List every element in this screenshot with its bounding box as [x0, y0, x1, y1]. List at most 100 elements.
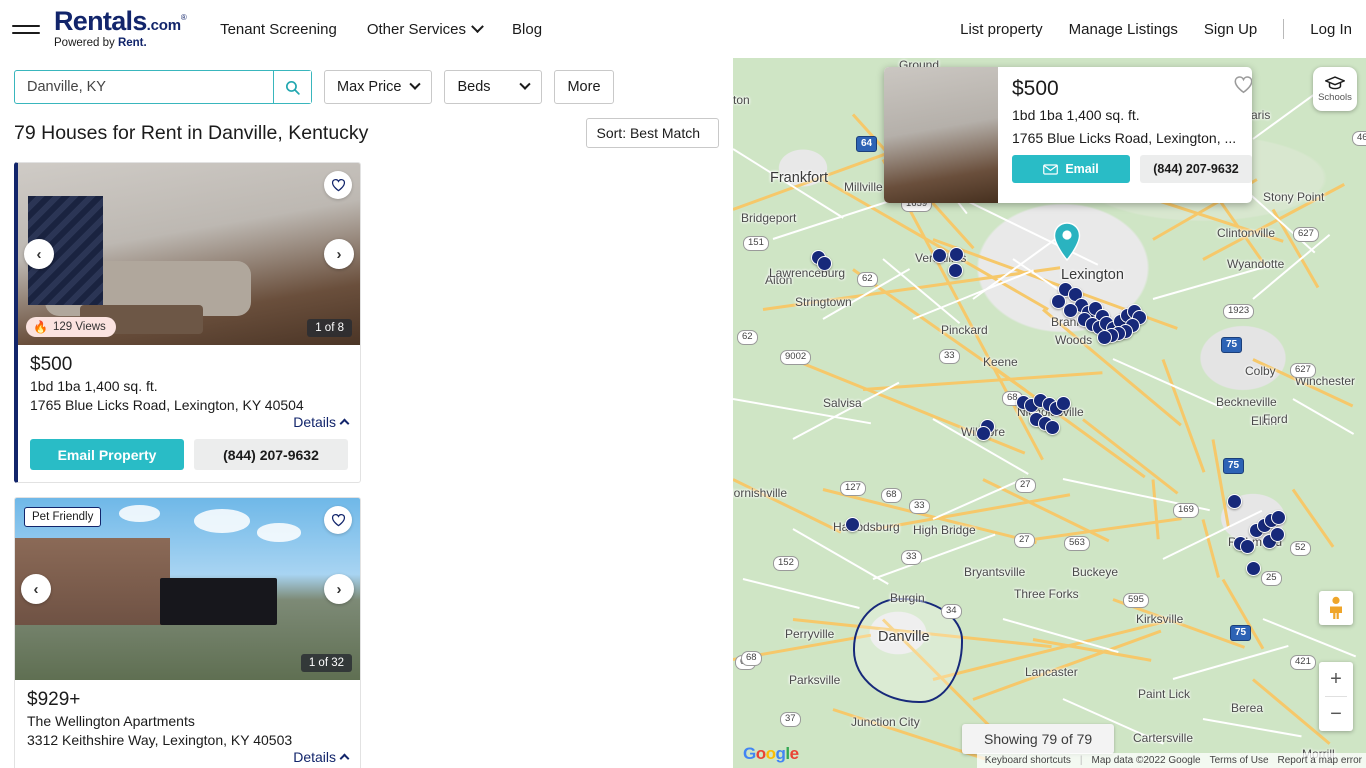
search-input[interactable] — [15, 78, 273, 96]
zoom-in-button[interactable]: + — [1319, 662, 1353, 696]
route-shield: 1923 — [1223, 304, 1255, 319]
route-shield: 62 — [737, 330, 758, 345]
listing-details-toggle[interactable]: Details — [27, 749, 350, 765]
listing-actions: Email Property (844) 207-9632 — [30, 439, 348, 470]
zoom-out-button[interactable]: − — [1319, 697, 1353, 731]
route-shield: 9002 — [780, 350, 812, 365]
route-shield: 33 — [909, 499, 930, 514]
photo-prev-arrow[interactable]: ‹ — [24, 239, 54, 269]
map-label: Kirksville — [1136, 612, 1184, 626]
nav-blog[interactable]: Blog — [512, 21, 542, 38]
popup-email-label: Email — [1065, 162, 1099, 176]
map-listing-pin[interactable] — [1270, 527, 1285, 542]
street-view-pegman-icon[interactable] — [1319, 591, 1353, 625]
chevron-down-icon — [409, 78, 422, 90]
popup-actions: Email (844) 207-9632 — [1012, 155, 1252, 183]
map-listing-pin[interactable] — [1045, 420, 1060, 435]
map-label: Ford — [1263, 412, 1288, 426]
schools-toggle-button[interactable]: Schools — [1313, 67, 1357, 111]
favorite-heart-icon[interactable] — [1233, 75, 1252, 99]
nav-tenant-screening[interactable]: Tenant Screening — [220, 21, 337, 38]
map-panel[interactable]: Frankfort Bridgeport Millville Alton Lawrenc… — [733, 58, 1366, 768]
listing-details-toggle[interactable]: Details — [30, 414, 350, 430]
nav-manage-listings[interactable]: Manage Listings — [1069, 21, 1178, 38]
map-listing-pin[interactable] — [1271, 510, 1286, 525]
mail-icon — [1043, 163, 1059, 175]
map-label: ton — [733, 93, 750, 107]
map-label: Woods — [1055, 333, 1093, 347]
phone-button[interactable]: (844) 207-9632 — [194, 439, 348, 470]
popup-photo[interactable] — [884, 67, 998, 203]
route-shield: 169 — [1173, 503, 1199, 518]
map-label: Danville — [878, 629, 930, 645]
map-listing-pin[interactable] — [1227, 494, 1242, 509]
popup-phone-button[interactable]: (844) 207-9632 — [1140, 155, 1252, 183]
map-listing-pin[interactable] — [1097, 330, 1112, 345]
route-shield: 127 — [840, 481, 866, 496]
map-listing-pin[interactable] — [845, 517, 860, 532]
search-button[interactable] — [273, 71, 311, 103]
map-listing-pin[interactable] — [949, 247, 964, 262]
map-label: Wyandotte — [1227, 257, 1285, 271]
route-shield: 595 — [1123, 593, 1149, 608]
email-property-button[interactable]: Email Property — [30, 439, 184, 470]
map-label: Cartersville — [1133, 731, 1194, 745]
listing-name: The Wellington Apartments — [27, 713, 195, 729]
map-label: Frankfort — [770, 170, 829, 186]
graduation-cap-icon — [1324, 76, 1346, 90]
route-shield: 75 — [1223, 458, 1245, 474]
report-map-error-link[interactable]: Report a map error — [1278, 755, 1362, 766]
map-zoom-controls[interactable]: + − — [1319, 662, 1353, 731]
terms-of-use-link[interactable]: Terms of Use — [1210, 755, 1269, 766]
map-listing-pin[interactable] — [1246, 561, 1261, 576]
map-listing-pin[interactable] — [932, 248, 947, 263]
map-label: High Bridge — [913, 523, 976, 537]
listing-card[interactable]: ‹ › 🔥 129 Views 1 of 8 $500 1bd 1ba 1,40… — [14, 162, 361, 483]
listing-photo[interactable]: ‹ › Pet Friendly 1 of 32 — [15, 498, 360, 680]
popup-email-button[interactable]: Email — [1012, 155, 1130, 183]
favorite-heart-icon[interactable] — [324, 171, 352, 199]
nav-other-services[interactable]: Other Services — [367, 19, 484, 38]
listing-card[interactable]: ‹ › Pet Friendly 1 of 32 $929+ The Welli… — [14, 497, 361, 768]
map-selected-pin[interactable] — [1052, 222, 1082, 262]
photo-prev-arrow[interactable]: ‹ — [21, 574, 51, 604]
photo-next-arrow[interactable]: › — [324, 574, 354, 604]
primary-nav: Tenant Screening Other Services Blog — [220, 19, 542, 38]
listing-price: $500 — [30, 354, 73, 375]
hamburger-menu-icon[interactable] — [12, 18, 40, 40]
sort-dropdown[interactable]: Sort: Best Match — [585, 118, 719, 148]
listing-details-label: Details — [293, 749, 336, 765]
map-listing-pin[interactable] — [1056, 396, 1071, 411]
search-field[interactable] — [14, 70, 312, 104]
map-label: Pinckard — [941, 323, 988, 337]
map-listing-pin[interactable] — [976, 426, 991, 441]
map-listing-pin[interactable] — [1063, 303, 1078, 318]
views-badge: 🔥 129 Views — [26, 317, 116, 337]
flame-icon: 🔥 — [33, 320, 48, 334]
listing-address: 3312 Keithshire Way, Lexington, KY 40503 — [27, 732, 293, 748]
page-title: 79 Houses for Rent in Danville, Kentucky — [14, 121, 369, 144]
filter-beds[interactable]: Beds — [444, 70, 543, 104]
keyboard-shortcuts-link[interactable]: Keyboard shortcuts — [985, 755, 1071, 766]
map-label: Lawrenceburg — [769, 266, 846, 280]
map-listing-pin[interactable] — [817, 256, 832, 271]
map-label: Stony Point — [1263, 190, 1325, 204]
popup-address: 1765 Blue Licks Road, Lexington, ... — [1012, 130, 1237, 146]
favorite-heart-icon[interactable] — [324, 506, 352, 534]
listing-photo[interactable]: ‹ › 🔥 129 Views 1 of 8 — [18, 163, 360, 345]
filter-more[interactable]: More — [554, 70, 614, 104]
brand-tagline-pre: Powered by — [54, 37, 118, 50]
route-shield: 421 — [1290, 655, 1316, 670]
nav-sign-up[interactable]: Sign Up — [1204, 21, 1257, 38]
map-label: Lexington — [1061, 267, 1124, 283]
filter-max-price[interactable]: Max Price — [324, 70, 433, 104]
site-logo[interactable]: Rentals.com® Powered by Rent. — [54, 8, 187, 50]
map-listing-pin[interactable] — [1240, 539, 1255, 554]
photo-next-arrow[interactable]: › — [324, 239, 354, 269]
map-listing-popup[interactable]: $500 1bd 1ba 1,400 sq. ft. 1765 Blue Lic… — [884, 67, 1252, 203]
nav-list-property[interactable]: List property — [960, 21, 1043, 38]
map-label: Bryantsville — [964, 565, 1026, 579]
nav-log-in[interactable]: Log In — [1310, 21, 1352, 38]
route-shield: 627 — [1293, 227, 1319, 242]
map-listing-pin[interactable] — [948, 263, 963, 278]
